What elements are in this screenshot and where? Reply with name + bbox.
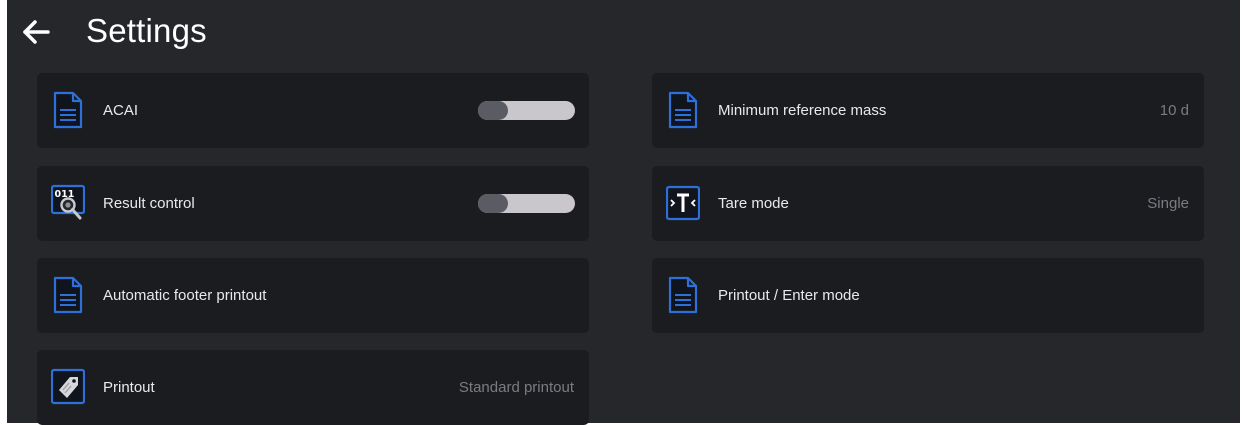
setting-label: Automatic footer printout bbox=[103, 287, 267, 304]
arrow-left-icon bbox=[23, 20, 50, 44]
setting-label: Printout / Enter mode bbox=[718, 287, 860, 304]
binary-magnifier-icon: 011 bbox=[51, 184, 85, 220]
setting-result-control[interactable]: 011 Result control bbox=[37, 166, 589, 241]
settings-screen: Settings ACAI 011 Result control Automat… bbox=[7, 0, 1240, 425]
setting-printout[interactable]: Printout Standard printout bbox=[37, 350, 589, 425]
document-icon bbox=[668, 276, 698, 314]
document-icon bbox=[668, 91, 698, 129]
setting-printout-enter-mode[interactable]: Printout / Enter mode bbox=[652, 258, 1204, 333]
setting-value: 10 d bbox=[1159, 102, 1189, 119]
toggle-knob bbox=[478, 101, 508, 120]
setting-automatic-footer-printout[interactable]: Automatic footer printout bbox=[37, 258, 589, 333]
document-icon bbox=[53, 276, 83, 314]
setting-label: Tare mode bbox=[718, 195, 789, 212]
setting-label: Result control bbox=[103, 195, 195, 212]
setting-value: Standard printout bbox=[458, 379, 574, 396]
price-tag-icon bbox=[51, 368, 85, 405]
acai-toggle[interactable] bbox=[478, 101, 575, 120]
setting-label: Minimum reference mass bbox=[718, 102, 887, 119]
setting-tare-mode[interactable]: Tare mode Single bbox=[652, 166, 1204, 241]
setting-acai[interactable]: ACAI bbox=[37, 73, 589, 148]
page-title: Settings bbox=[86, 12, 207, 49]
toggle-knob bbox=[478, 194, 508, 213]
tare-icon bbox=[666, 185, 700, 221]
document-icon bbox=[53, 91, 83, 129]
result-control-toggle[interactable] bbox=[478, 194, 575, 213]
setting-value: Single bbox=[1147, 195, 1189, 212]
setting-label: Printout bbox=[103, 379, 155, 396]
setting-label: ACAI bbox=[103, 102, 139, 119]
back-button[interactable] bbox=[21, 14, 51, 50]
setting-minimum-reference-mass[interactable]: Minimum reference mass 10 d bbox=[652, 73, 1204, 148]
